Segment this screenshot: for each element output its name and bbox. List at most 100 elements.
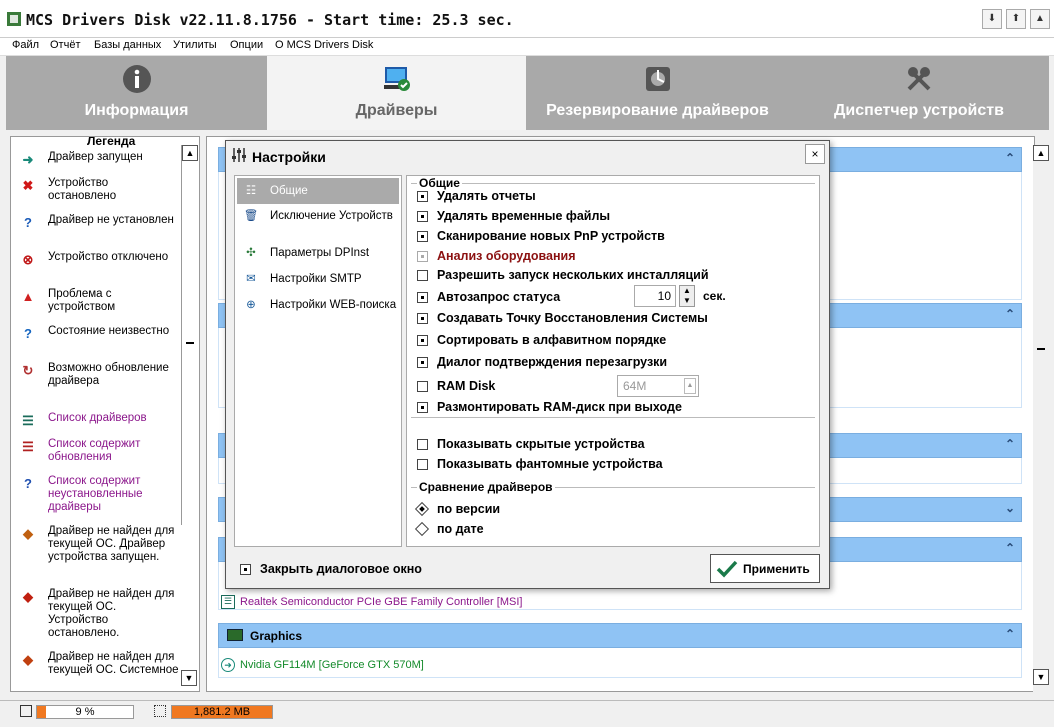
- checkbox[interactable]: [417, 458, 428, 470]
- compare-radio[interactable]: по дате: [414, 521, 484, 537]
- collapse-chevron-icon[interactable]: ⌃: [1005, 307, 1015, 321]
- option-3[interactable]: Анализ оборудования: [417, 249, 576, 263]
- menu-databases[interactable]: Базы данных: [94, 39, 161, 51]
- checkbox[interactable]: [417, 230, 428, 242]
- legend-item: ☰ Список драйверов: [19, 412, 179, 430]
- nav-item-dpinst[interactable]: ✣ Параметры DPInst: [237, 247, 399, 260]
- option-0[interactable]: Удалять отчеты: [417, 189, 536, 203]
- tab-device-manager-label: Диспетчер устройств: [834, 102, 1004, 119]
- option-2[interactable]: Сканирование новых PnP устройств: [417, 229, 665, 243]
- backup-icon: [645, 67, 670, 91]
- nav-item-web-search[interactable]: ⊕ Настройки WEB-поиска: [237, 299, 399, 312]
- legend-panel: Легенда ➜ Драйвер запущен ✖ Устройство оста…: [10, 136, 200, 692]
- scroll-thumb[interactable]: [186, 342, 194, 344]
- tab-backup[interactable]: Резервирование драйверов: [526, 56, 789, 130]
- collapse-chevron-icon[interactable]: ⌃: [1005, 627, 1015, 641]
- checkbox[interactable]: [417, 438, 428, 450]
- option-label: Анализ оборудования: [437, 249, 576, 263]
- minimize-button[interactable]: ⬇: [982, 9, 1002, 29]
- apply-button[interactable]: Применить: [710, 554, 820, 583]
- checkbox[interactable]: [417, 334, 428, 346]
- option-4[interactable]: Разрешить запуск нескольких инсталляций: [417, 268, 709, 282]
- maximize-button[interactable]: ⬆: [1006, 9, 1026, 29]
- apply-label: Применить: [743, 561, 810, 576]
- checkbox[interactable]: [417, 190, 428, 202]
- checkbox[interactable]: [240, 563, 251, 575]
- nav-item-exclusions[interactable]: 🗑 Исключение Устройств: [237, 210, 399, 223]
- warning-icon: ▲: [21, 289, 35, 304]
- tab-info[interactable]: Информация: [6, 56, 267, 130]
- collapse-chevron-icon[interactable]: ⌄: [1005, 501, 1015, 515]
- legend-item: ? Драйвер не установлен: [19, 214, 179, 232]
- mail-globe-icon: ✉: [246, 273, 256, 285]
- scroll-thumb[interactable]: [1037, 348, 1045, 350]
- info-icon: [122, 65, 151, 93]
- legend-scrollbar[interactable]: ▲: [181, 145, 198, 525]
- scroll-up-button[interactable]: ▲: [182, 145, 198, 161]
- menu-file[interactable]: Файл: [12, 39, 39, 51]
- checkbox[interactable]: [417, 356, 428, 368]
- option-9[interactable]: RAM Disk: [417, 379, 495, 393]
- cpu-usage: 9 %: [36, 705, 134, 719]
- checkbox[interactable]: [417, 380, 428, 392]
- trash-icon: 🗑: [243, 210, 259, 222]
- legend-item: ◆ Драйвер не найден для текущей ОС. Устро…: [19, 588, 179, 640]
- close-dialog-checkbox[interactable]: Закрыть диалоговое окно: [240, 562, 422, 576]
- drivers-scrollbar[interactable]: ▲ ▼: [1033, 145, 1050, 695]
- scroll-down-button[interactable]: ▼: [1033, 669, 1049, 685]
- list-missing-icon: ?: [24, 476, 32, 491]
- legend-label: Устройство отключено: [48, 251, 169, 263]
- collapse-chevron-icon[interactable]: ⌃: [1005, 437, 1015, 451]
- running-icon: ➜: [221, 658, 235, 672]
- menu-options[interactable]: Опции: [230, 39, 263, 51]
- radio-button[interactable]: [414, 521, 430, 537]
- scroll-up-button[interactable]: ▲: [1033, 145, 1049, 161]
- legend-scroll-down-button[interactable]: ▼: [181, 670, 197, 686]
- nav-item-general[interactable]: ☷ Общие: [237, 178, 399, 204]
- option-10[interactable]: Размонтировать RAM-диск при выходе: [417, 400, 682, 414]
- restore-button[interactable]: ▲: [1030, 9, 1050, 29]
- close-button[interactable]: ×: [805, 144, 825, 164]
- cpu-icon: [20, 705, 32, 717]
- option-6[interactable]: Создавать Точку Восстановления Системы: [417, 311, 708, 325]
- nav-item-smtp[interactable]: ✉ Настройки SMTP: [237, 273, 399, 286]
- nav-label: Настройки WEB-поиска: [270, 299, 397, 311]
- legend-label: Драйвер запущен: [48, 151, 143, 163]
- nav-label: Исключение Устройств: [270, 210, 393, 222]
- tab-drivers[interactable]: Драйверы: [267, 56, 526, 130]
- tab-device-manager[interactable]: Диспетчер устройств: [789, 56, 1049, 130]
- driver-item[interactable]: ☰ Realtek Semiconductor PCIe GBE Family …: [221, 595, 522, 609]
- cpu-value: 9 %: [75, 706, 95, 718]
- legend-label: Возможно обновление драйвера: [48, 362, 169, 387]
- device-group-header[interactable]: Graphics ⌃: [218, 623, 1022, 648]
- checkbox[interactable]: [417, 269, 428, 281]
- memory-icon: [154, 705, 166, 717]
- driver-item[interactable]: ➜ Nvidia GF114M [GeForce GTX 570M]: [221, 658, 424, 672]
- legend-label: Устройство остановлено: [48, 177, 117, 202]
- status-interval-input[interactable]: 10: [634, 285, 676, 307]
- checkbox[interactable]: [417, 401, 428, 413]
- menu-about[interactable]: О MCS Drivers Disk: [275, 39, 373, 51]
- legend-item: ? Состояние неизвестно: [19, 325, 179, 343]
- checkbox[interactable]: [417, 312, 428, 324]
- device-visibility-option[interactable]: Показывать фантомные устройства: [417, 457, 663, 471]
- menu-report[interactable]: Отчёт: [50, 39, 80, 51]
- option-1[interactable]: Удалять временные файлы: [417, 209, 610, 223]
- collapse-chevron-icon[interactable]: ⌃: [1005, 151, 1015, 165]
- checkbox[interactable]: [417, 210, 428, 222]
- status-interval-stepper[interactable]: ▲ ▼: [679, 285, 695, 307]
- option-7[interactable]: Сортировать в алфавитном порядке: [417, 333, 666, 347]
- option-8[interactable]: Диалог подтверждения перезагрузки: [417, 355, 667, 369]
- option-5[interactable]: Автозапрос статуса: [417, 290, 560, 304]
- sliders-icon: [232, 148, 246, 162]
- checkbox[interactable]: [417, 291, 428, 303]
- collapse-chevron-icon[interactable]: ⌃: [1005, 541, 1015, 555]
- settings-dialog: Настройки × ☷ Общие 🗑 Исключение Устройс…: [225, 140, 830, 589]
- compare-radio[interactable]: по версии: [414, 501, 500, 517]
- menu-utilities[interactable]: Утилиты: [173, 39, 217, 51]
- radio-button[interactable]: [414, 501, 430, 517]
- legend-label: Список содержит неустановленные драйверы: [48, 475, 143, 513]
- section-title-general: Общие: [417, 176, 462, 190]
- main-tabs: Информация Драйверы Резервирование драйв…: [6, 56, 1049, 130]
- device-visibility-option[interactable]: Показывать скрытые устройства: [417, 437, 645, 451]
